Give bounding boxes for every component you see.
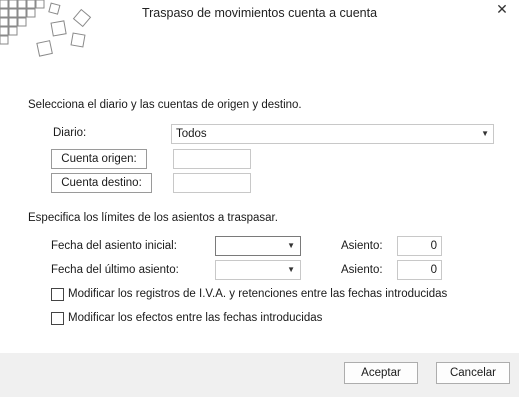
chevron-down-icon: ▼ <box>287 241 295 250</box>
cuenta-origen-input[interactable] <box>173 149 251 169</box>
section-limits-heading: Especifica los límites de los asientos a… <box>28 212 278 224</box>
chevron-down-icon: ▼ <box>287 265 295 274</box>
asiento-inicial-label: Asiento: <box>341 240 383 252</box>
diario-label: Diario: <box>53 127 87 139</box>
asiento-ultimo-input[interactable]: 0 <box>397 260 442 280</box>
chevron-down-icon: ▼ <box>481 129 489 138</box>
cuenta-destino-button[interactable]: Cuenta destino: <box>51 173 152 193</box>
cuenta-origen-button[interactable]: Cuenta origen: <box>51 149 147 169</box>
efectos-checkbox-label[interactable]: Modificar los efectos entre las fechas i… <box>68 312 322 324</box>
accept-button[interactable]: Aceptar <box>344 362 418 384</box>
fecha-ultimo-label: Fecha del último asiento: <box>51 264 179 276</box>
diario-select-value: Todos <box>176 128 207 140</box>
asiento-ultimo-label: Asiento: <box>341 264 383 276</box>
iva-checkbox[interactable] <box>51 288 64 301</box>
cuenta-destino-input[interactable] <box>173 173 251 193</box>
section-origin-destination-heading: Selecciona el diario y las cuentas de or… <box>28 99 302 111</box>
window-title: Traspaso de movimientos cuenta a cuenta <box>141 6 378 20</box>
asiento-inicial-input[interactable]: 0 <box>397 236 442 256</box>
cancel-button[interactable]: Cancelar <box>436 362 510 384</box>
fecha-inicial-picker[interactable]: ▼ <box>215 236 301 256</box>
iva-checkbox-label[interactable]: Modificar los registros de I.V.A. y rete… <box>68 288 447 300</box>
close-icon[interactable]: ✕ <box>493 0 511 18</box>
efectos-checkbox[interactable] <box>51 312 64 325</box>
fecha-ultimo-picker[interactable]: ▼ <box>215 260 301 280</box>
diario-select[interactable]: Todos ▼ <box>171 124 494 144</box>
fecha-inicial-label: Fecha del asiento inicial: <box>51 240 177 252</box>
